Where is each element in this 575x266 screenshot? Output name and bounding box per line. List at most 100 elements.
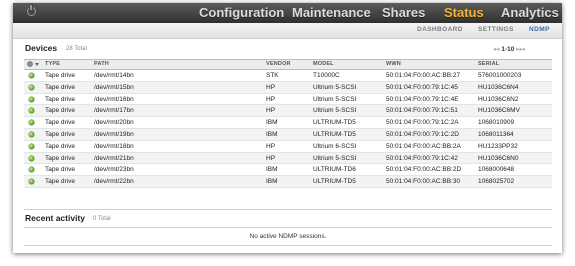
cell-type: Tape drive [45,178,75,186]
cell-wwn: 50:01:04:F0:00:79:1C:4E [386,95,459,103]
cell-wwn: 50:01:04:F0:00:79:1C:2A [386,119,459,127]
cell-wwn: 50:01:04:F0:00:AC:BB:2D [386,166,462,174]
status-dot-icon [29,84,34,90]
prev-page-icon[interactable]: ◂◂ [493,46,500,53]
cell-model: T10000C [313,72,340,79]
recent-activity-count: 0 Total [93,216,111,222]
cell-path: /dev/rmt/21bn [94,154,134,162]
cell-path: /dev/rmt/17bn [94,107,134,115]
cell-type: Tape drive [45,130,75,138]
last-page-icon[interactable]: ▸▸ [519,46,526,53]
cell-vendor: HP [266,142,276,150]
cell-model: Ultrium 5-SCSI [313,83,357,91]
status-column-icon[interactable] [27,61,33,67]
table-row[interactable]: Tape drive/dev/rmt/15bn HP Ultrium 5-SCSI 5… [24,81,552,94]
nav-shares[interactable]: Shares [382,5,425,20]
status-dot-icon [29,131,34,137]
column-serial[interactable]: SERIAL [478,61,499,67]
status-dot-icon [29,179,34,185]
cell-path: /dev/rmt/16bn [94,95,134,103]
cell-serial: HU1036C6N0 [478,154,519,162]
cell-wwn: 50:01:04:F0:00:79:1C:45 [386,83,458,91]
subnav-settings[interactable]: SETTINGS [478,26,514,33]
status-dot-icon [29,96,34,102]
cell-serial: HU1036C6N2 [478,95,519,103]
cell-vendor: STK [266,72,279,79]
cell-serial: 1068025702 [478,178,515,186]
subnav-dashboard[interactable]: DASHBOARD [417,26,463,33]
table-body: Tape drive/dev/rmt/14bn STK T10000C 50:01:0… [24,70,552,188]
cell-model: ULTRIUM-TD5 [313,119,356,127]
cell-model: ULTRIUM-TD5 [313,178,356,186]
status-dot-icon [29,167,34,173]
page-range: 1-10 [501,46,515,53]
cell-model: Ultrium 5-SCSI [313,107,357,115]
table-row[interactable]: Tape drive/dev/rmt/23bn IBM ULTRIUM-TD6 50:… [24,164,552,177]
cell-path: /dev/rmt/19bn [94,130,134,138]
subnav-ndmp[interactable]: NDMP [529,26,550,33]
table-row[interactable]: Tape drive/dev/rmt/19bn IBM ULTRIUM-TD5 50:… [24,128,552,141]
status-dot-icon [29,73,34,78]
cell-path: /dev/rmt/15bn [94,83,134,91]
cell-type: Tape drive [45,166,75,174]
table-row[interactable]: Tape drive/dev/rmt/14bn STK T10000C 50:01:0… [24,70,552,82]
status-dot-icon [29,120,34,126]
cell-serial: HU1233PP32 [478,142,518,150]
cell-wwn: 50:01:04:F0:00:AC:BB:30 [386,178,461,186]
table-row[interactable]: Tape drive/dev/rmt/17bn HP Ultrium 5-SCSI 5… [24,105,552,118]
cell-type: Tape drive [45,154,75,162]
recent-activity-title: Recent activity [25,213,85,223]
cell-wwn: 50:01:04:F0:00:AC:BB:2A [386,142,461,150]
status-dot-icon [29,155,34,161]
cell-serial: HU1036C6N4 [478,83,519,91]
cell-model: ULTRIUM-TD6 [313,166,356,174]
cell-type: Tape drive [45,107,75,115]
table-row[interactable]: Tape drive/dev/rmt/20bn IBM ULTRIUM-TD5 50:… [24,117,552,129]
cell-type: Tape drive [45,72,75,79]
cell-serial: 1068000648 [478,166,515,174]
cell-model: ULTRIUM-TD5 [313,130,356,138]
cell-type: Tape drive [45,142,75,150]
table-row[interactable]: Tape drive/dev/rmt/16bn HP Ultrium 5-SCSI 5… [24,94,552,106]
cell-wwn: 50:01:04:F0:00:AC:BB:27 [386,72,461,79]
sub-navigation: DASHBOARD SETTINGS NDMP [13,23,562,39]
table-header: TYPE PATH VENDOR MODEL WWN SERIAL [24,60,552,70]
cell-type: Tape drive [45,83,75,91]
column-model[interactable]: MODEL [313,61,334,67]
cell-serial: 576001000203 [478,72,522,79]
column-vendor[interactable]: VENDOR [266,61,291,67]
cell-vendor: HP [266,83,276,91]
pager: ◂◂ 1-10 ▸▸▸ [493,45,526,53]
cell-serial: 1068010909 [478,119,515,127]
app-window: Configuration Maintenance Shares Status … [13,3,562,253]
nav-maintenance[interactable]: Maintenance [292,5,371,20]
nav-analytics[interactable]: Analytics [501,5,559,20]
devices-count: 28 Total [66,46,87,52]
sort-icon[interactable] [35,63,39,66]
power-icon[interactable] [27,5,36,16]
column-type[interactable]: TYPE [45,61,60,67]
status-dot-icon [29,108,34,114]
cell-path: /dev/rmt/23bn [94,166,134,174]
cell-vendor: IBM [266,178,278,186]
cell-wwn: 50:01:04:F0:00:79:1C:51 [386,107,458,115]
nav-configuration[interactable]: Configuration [199,5,284,20]
cell-model: Ultrium 6-SCSI [313,142,357,150]
table-row[interactable]: Tape drive/dev/rmt/18bn HP Ultrium 6-SCSI 5… [24,141,552,153]
cell-serial: 1068011364 [478,130,514,138]
cell-path: /dev/rmt/14bn [94,72,134,79]
cell-wwn: 50:01:04:F0:00:79:1C:2D [386,130,459,138]
column-path[interactable]: PATH [94,61,109,67]
cell-vendor: IBM [266,119,278,127]
column-wwn[interactable]: WWN [386,61,401,67]
cell-model: Ultrium 5-SCSI [313,95,357,103]
cell-path: /dev/rmt/18bn [94,142,134,150]
empty-sessions-message: No active NDMP sessions. [24,227,552,246]
top-navigation: Configuration Maintenance Shares Status … [13,3,562,23]
nav-status[interactable]: Status [444,5,484,20]
table-row[interactable]: Tape drive/dev/rmt/22bn IBM ULTRIUM-TD5 50:… [24,176,552,188]
table-row[interactable]: Tape drive/dev/rmt/21bn HP Ultrium 5-SCSI 5… [24,152,552,165]
devices-table: TYPE PATH VENDOR MODEL WWN SERIAL Tape d… [24,59,552,188]
cell-vendor: HP [266,95,276,103]
cell-wwn: 50:01:04:F0:00:79:1C:42 [386,154,458,162]
